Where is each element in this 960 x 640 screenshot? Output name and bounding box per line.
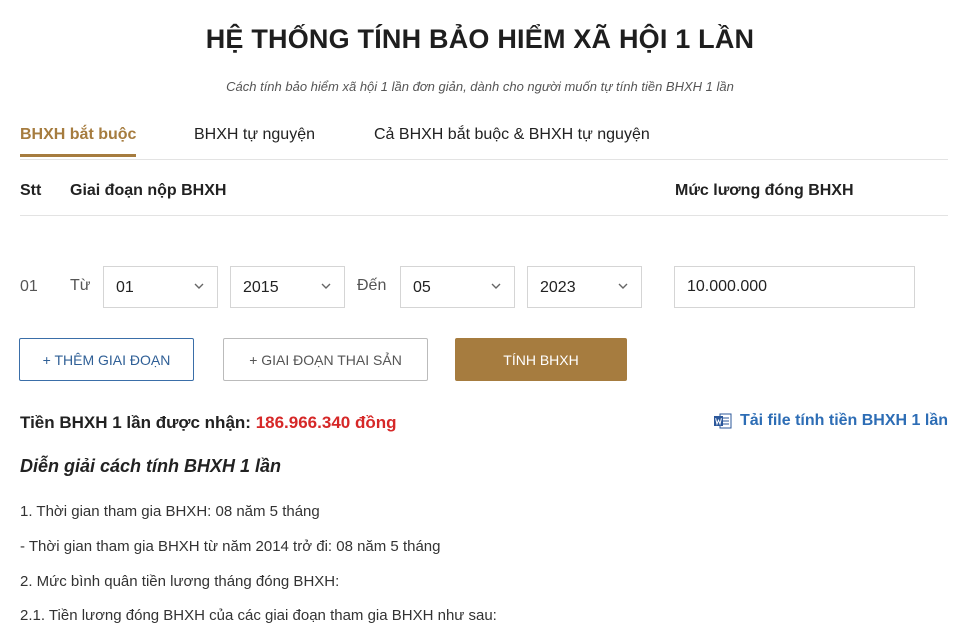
add-period-button[interactable]: + THÊM GIAI ĐOẠN <box>19 338 194 381</box>
download-file-label: Tải file tính tiền BHXH 1 lần <box>739 412 948 429</box>
period-table-header: Stt Giai đoạn nộp BHXH Mức lương đóng BH… <box>20 160 948 216</box>
tab-voluntary[interactable]: BHXH tự nguyện <box>194 126 315 144</box>
from-month-value: 01 <box>116 279 134 296</box>
from-year-value: 2015 <box>243 279 279 296</box>
column-period: Giai đoạn nộp BHXH <box>70 182 227 199</box>
add-maternity-period-button[interactable]: + GIAI ĐOẠN THAI SẢN <box>223 338 428 381</box>
download-file-link[interactable]: Tải file tính tiền BHXH 1 lần <box>713 412 948 430</box>
column-stt: Stt <box>20 182 42 199</box>
to-month-select[interactable]: 05 <box>400 266 515 308</box>
explanation-line: 1. Thời gian tham gia BHXH: 08 năm 5 thá… <box>20 503 320 520</box>
page-title: HỆ THỐNG TÍNH BẢO HIỂM XÃ HỘI 1 LẦN <box>205 24 755 54</box>
page-subtitle: Cách tính bảo hiểm xã hội 1 lần đơn giản… <box>226 79 734 94</box>
from-year-select[interactable]: 2015 <box>230 266 345 308</box>
chevron-down-icon <box>194 283 204 289</box>
result-amount: 186.966.340 đồng <box>255 413 397 432</box>
period-row-number: 01 <box>20 278 38 295</box>
to-month-value: 05 <box>413 279 431 296</box>
word-file-icon <box>713 413 732 429</box>
explanation-line: - Thời gian tham gia BHXH từ năm 2014 tr… <box>20 538 441 555</box>
explanation-line: 2. Mức bình quân tiền lương tháng đóng B… <box>20 573 340 590</box>
from-label: Từ <box>70 277 91 294</box>
result-summary: Tiền BHXH 1 lần được nhận: 186.966.340 đ… <box>20 413 397 433</box>
calculate-button[interactable]: TÍNH BHXH <box>455 338 627 381</box>
explanation-line: 2.1. Tiền lương đóng BHXH của các giai đ… <box>20 607 497 624</box>
explanation-title: Diễn giải cách tính BHXH 1 lần <box>20 456 282 476</box>
tab-both[interactable]: Cả BHXH bắt buộc & BHXH tự nguyện <box>374 126 650 144</box>
to-year-select[interactable]: 2023 <box>527 266 642 308</box>
tab-compulsory[interactable]: BHXH bắt buộc <box>20 126 137 157</box>
chevron-down-icon <box>618 283 628 289</box>
to-label: Đến <box>357 277 387 294</box>
salary-input[interactable] <box>674 266 915 308</box>
to-year-value: 2023 <box>540 279 576 296</box>
result-label: Tiền BHXH 1 lần được nhận: <box>20 413 251 432</box>
chevron-down-icon <box>321 283 331 289</box>
column-salary: Mức lương đóng BHXH <box>675 182 854 199</box>
from-month-select[interactable]: 01 <box>103 266 218 308</box>
chevron-down-icon <box>491 283 501 289</box>
insurance-type-tabs: BHXH bắt buộc BHXH tự nguyện Cả BHXH bắt… <box>20 126 948 160</box>
